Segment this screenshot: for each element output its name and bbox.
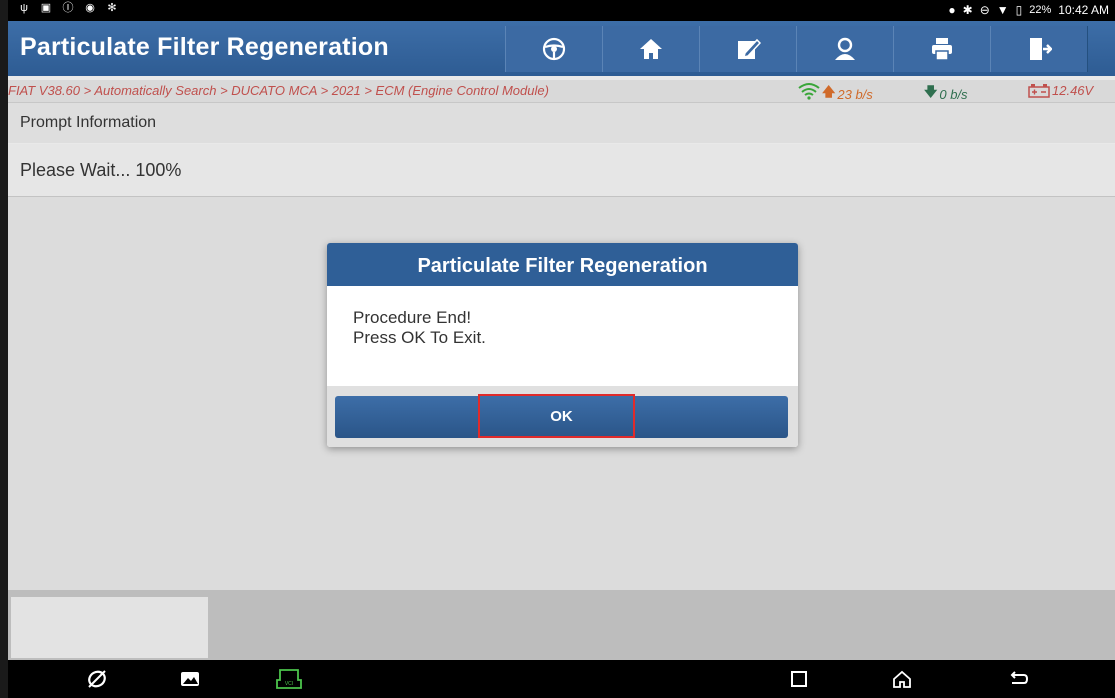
page-title: Particulate Filter Regeneration xyxy=(20,33,389,61)
home-button[interactable] xyxy=(602,26,700,72)
download-rate: 🡇 0 b/s xyxy=(924,83,968,105)
wifi-icon xyxy=(798,83,820,100)
usb-icon: ψ xyxy=(20,2,28,14)
wifi-signal-icon: ▼ xyxy=(996,3,1009,17)
dialog-message-line-1: Procedure End! xyxy=(353,308,472,327)
print-button[interactable] xyxy=(893,26,991,72)
vci-connector-icon[interactable]: VCI xyxy=(276,668,302,690)
clock: 10:42 AM xyxy=(1058,3,1109,17)
do-not-disturb-icon: ⊖ xyxy=(979,3,990,17)
pause-icon: Ⓘ xyxy=(62,2,74,14)
print-icon xyxy=(932,38,952,61)
location-icon: ● xyxy=(948,3,956,17)
battery-icon: ▯ xyxy=(1015,3,1023,17)
status-bar: ψ ▣ Ⓘ ◉ ✻ ● ✱ ⊖ ▼ ▯ 22% 10:42 AM xyxy=(8,0,1115,21)
browser-icon[interactable] xyxy=(86,668,108,690)
download-arrow-icon: 🡇 xyxy=(924,84,938,99)
steering-wheel-icon xyxy=(542,37,566,61)
battery-percent: 22% xyxy=(1029,4,1052,16)
app-frame: ψ ▣ Ⓘ ◉ ✻ ● ✱ ⊖ ▼ ▯ 22% 10:42 AM Particu… xyxy=(8,0,1115,698)
user-icon xyxy=(835,37,855,60)
recent-apps-icon[interactable] xyxy=(788,668,810,690)
settings-notification-icon: ✻ xyxy=(107,2,117,14)
ok-button-highlight xyxy=(478,394,635,438)
status-left-icons: ψ ▣ Ⓘ ◉ ✻ xyxy=(18,2,118,14)
upload-arrow-icon: 🡅 xyxy=(822,84,836,99)
image-notification-icon: ▣ xyxy=(40,2,52,14)
procedure-end-dialog: Particulate Filter Regeneration Procedur… xyxy=(327,243,798,447)
voltage-value: 12.46V xyxy=(1052,83,1094,98)
gallery-icon[interactable] xyxy=(179,668,201,690)
upload-rate-value: 23 b/s xyxy=(837,86,873,102)
voltage-readout: 12.46V xyxy=(1028,83,1093,98)
record-icon: ◉ xyxy=(85,2,95,14)
steering-wheel-button[interactable] xyxy=(505,26,603,72)
exit-icon xyxy=(1030,38,1052,60)
home-nav-icon[interactable] xyxy=(891,668,913,690)
dialog-overlay: Particulate Filter Regeneration Procedur… xyxy=(8,103,1115,660)
upload-rate: 🡅 23 b/s xyxy=(822,83,873,105)
title-bar: Particulate Filter Regeneration xyxy=(8,21,1115,76)
navigation-bar: VCI xyxy=(8,660,1115,698)
exit-button[interactable] xyxy=(990,26,1088,72)
dialog-message-line-2: Press OK To Exit. xyxy=(353,328,486,347)
user-button[interactable] xyxy=(796,26,894,72)
svg-text:VCI: VCI xyxy=(285,681,293,687)
report-button[interactable] xyxy=(699,26,797,72)
dialog-message: Procedure End! Press OK To Exit. xyxy=(353,308,486,348)
status-right-icons: ● ✱ ⊖ ▼ ▯ 22% 10:42 AM xyxy=(948,3,1109,17)
breadcrumb: FIAT V38.60 > Automatically Search > DUC… xyxy=(8,83,549,98)
download-rate-value: 0 b/s xyxy=(939,86,968,102)
dialog-footer: OK xyxy=(327,386,798,447)
home-icon xyxy=(640,39,662,59)
car-battery-icon xyxy=(1028,83,1050,98)
edit-report-icon xyxy=(738,38,761,59)
back-icon[interactable] xyxy=(1007,668,1029,690)
dialog-title: Particulate Filter Regeneration xyxy=(327,243,798,286)
breadcrumb-bar: FIAT V38.60 > Automatically Search > DUC… xyxy=(8,80,1115,103)
bluetooth-icon: ✱ xyxy=(962,3,973,17)
